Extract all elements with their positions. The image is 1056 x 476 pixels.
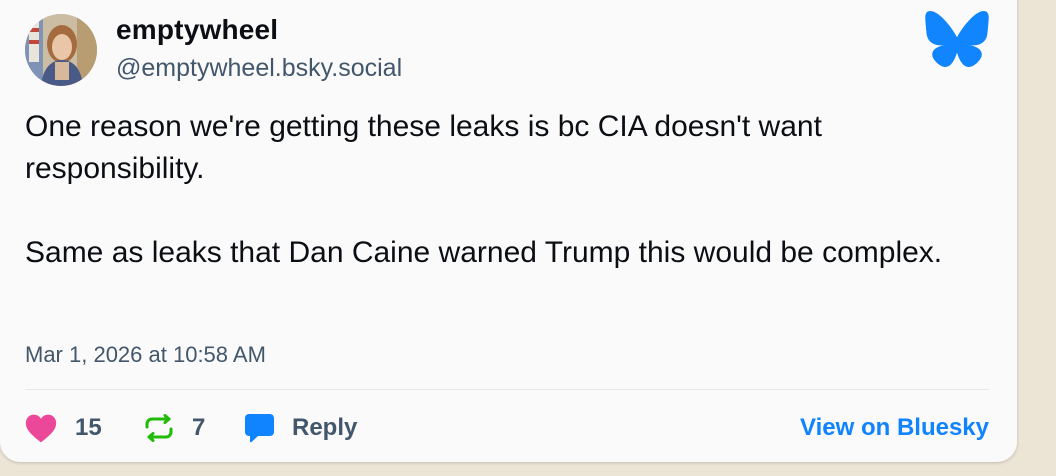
reply-button[interactable]: Reply (244, 410, 357, 446)
divider (25, 389, 989, 390)
post-paragraph: Same as leaks that Dan Caine warned Trum… (25, 236, 943, 269)
post-text: One reason we're getting these leaks is … (25, 106, 965, 274)
post-paragraph: One reason we're getting these leaks is … (25, 110, 822, 185)
like-count: 15 (75, 414, 102, 441)
repost-count: 7 (192, 414, 206, 441)
repost-button[interactable]: 7 (144, 410, 205, 446)
post-timestamp[interactable]: Mar 1, 2026 at 10:58 AM (25, 342, 266, 368)
like-button[interactable]: 15 (25, 410, 102, 446)
bluesky-butterfly-icon[interactable] (924, 10, 990, 68)
heart-icon (25, 414, 57, 442)
reply-label: Reply (292, 414, 358, 441)
speech-bubble-icon (245, 414, 274, 443)
post-card: emptywheel @emptywheel.bsky.social One r… (0, 0, 1017, 462)
author-display-name[interactable]: emptywheel (116, 14, 278, 46)
avatar[interactable] (25, 14, 97, 86)
avatar-photo (25, 14, 97, 86)
repost-icon (145, 414, 173, 442)
view-on-bluesky-link[interactable]: View on Bluesky (800, 410, 989, 446)
author-handle[interactable]: @emptywheel.bsky.social (116, 54, 402, 83)
post-actions: 15 7 Reply View on Bluesky (25, 410, 989, 446)
